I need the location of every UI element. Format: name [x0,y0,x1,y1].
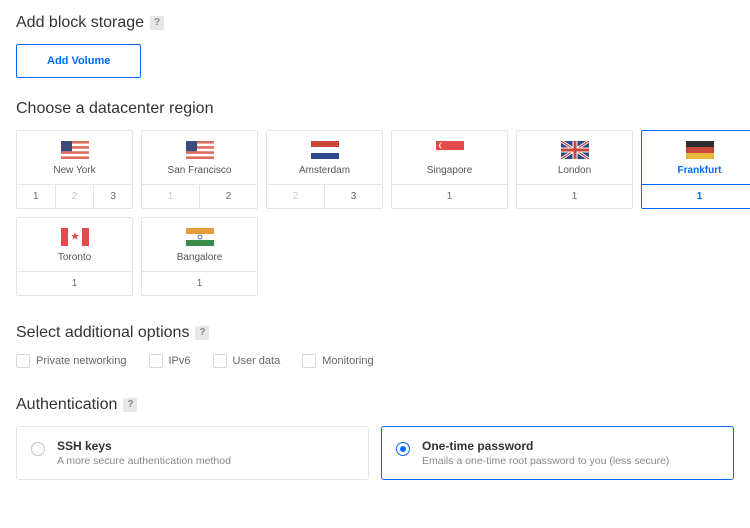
block-storage-heading-text: Add block storage [16,14,144,32]
region-top: Singapore [392,131,507,184]
region-top: Amsterdam [267,131,382,184]
region-number[interactable]: 2 [200,185,257,208]
flag-usa-icon [61,141,89,159]
region-number[interactable]: 1 [642,185,750,208]
auth-title: SSH keys [57,439,231,453]
region-card-frankfurt[interactable]: Frankfurt 1 [641,130,750,209]
flag-india-icon [186,228,214,246]
auth-option-ssh-keys[interactable]: SSH keys A more secure authentication me… [16,426,369,480]
region-number[interactable]: 1 [392,185,507,208]
region-top: San Francisco [142,131,257,184]
region-numbers: 2 3 [267,184,382,208]
additional-options-section: Select additional options ? Private netw… [16,324,734,368]
region-grid: New York 1 2 3 San Francisco 1 2 [16,130,734,296]
region-name: Singapore [427,165,473,176]
region-numbers: 1 [17,271,132,295]
checkbox-icon [213,354,227,368]
region-number: 1 [142,185,200,208]
region-number[interactable]: 3 [325,185,382,208]
flag-germany-icon [686,141,714,159]
region-numbers: 1 2 [142,184,257,208]
region-name: San Francisco [168,165,232,176]
option-label: Monitoring [322,355,373,367]
region-number[interactable]: 1 [142,272,257,295]
datacenter-section: Choose a datacenter region New York 1 2 … [16,100,734,296]
region-top: London [517,131,632,184]
radio-icon [396,442,410,456]
auth-option-one-time-password[interactable]: One-time password Emails a one-time root… [381,426,734,480]
help-icon[interactable]: ? [123,398,137,412]
auth-desc: A more secure authentication method [57,455,231,467]
option-private-networking[interactable]: Private networking [16,354,127,368]
authentication-heading: Authentication ? [16,396,734,414]
region-number: 2 [56,185,95,208]
region-card-bangalore[interactable]: Bangalore 1 [141,217,258,296]
region-card-san-francisco[interactable]: San Francisco 1 2 [141,130,258,209]
block-storage-heading: Add block storage ? [16,14,734,32]
region-name: London [558,165,591,176]
options-row: Private networking IPv6 User data Monito… [16,354,734,368]
region-name: Bangalore [177,252,223,263]
region-numbers: 1 [517,184,632,208]
option-label: Private networking [36,355,127,367]
checkbox-icon [149,354,163,368]
region-name: Frankfurt [678,165,722,176]
region-numbers: 1 [392,184,507,208]
checkbox-icon [302,354,316,368]
region-card-amsterdam[interactable]: Amsterdam 2 3 [266,130,383,209]
auth-desc: Emails a one-time root password to you (… [422,455,669,467]
region-top: New York [17,131,132,184]
region-number[interactable]: 1 [17,272,132,295]
region-card-new-york[interactable]: New York 1 2 3 [16,130,133,209]
flag-canada-icon [61,228,89,246]
region-number[interactable]: 3 [94,185,132,208]
additional-options-heading-text: Select additional options [16,324,189,342]
region-number: 2 [267,185,325,208]
checkbox-icon [16,354,30,368]
region-card-singapore[interactable]: Singapore 1 [391,130,508,209]
flag-usa-icon [186,141,214,159]
block-storage-section: Add block storage ? Add Volume [16,14,734,78]
region-numbers: 1 [642,184,750,208]
auth-text: SSH keys A more secure authentication me… [57,439,231,467]
help-icon[interactable]: ? [150,16,164,30]
auth-text: One-time password Emails a one-time root… [422,439,669,467]
radio-icon [31,442,45,456]
region-name: New York [53,165,95,176]
datacenter-heading: Choose a datacenter region [16,100,734,118]
region-top: Frankfurt [642,131,750,184]
region-numbers: 1 2 3 [17,184,132,208]
flag-singapore-icon [436,141,464,159]
option-ipv6[interactable]: IPv6 [149,354,191,368]
authentication-heading-text: Authentication [16,396,117,414]
region-name: Amsterdam [299,165,350,176]
region-name: Toronto [58,252,91,263]
region-card-toronto[interactable]: Toronto 1 [16,217,133,296]
region-top: Toronto [17,218,132,271]
authentication-section: Authentication ? SSH keys A more secure … [16,396,734,480]
region-card-london[interactable]: London 1 [516,130,633,209]
option-label: User data [233,355,281,367]
auth-grid: SSH keys A more secure authentication me… [16,426,734,480]
option-user-data[interactable]: User data [213,354,281,368]
option-monitoring[interactable]: Monitoring [302,354,373,368]
region-number[interactable]: 1 [17,185,56,208]
additional-options-heading: Select additional options ? [16,324,734,342]
option-label: IPv6 [169,355,191,367]
add-volume-button[interactable]: Add Volume [16,44,141,78]
region-numbers: 1 [142,271,257,295]
help-icon[interactable]: ? [195,326,209,340]
region-number[interactable]: 1 [517,185,632,208]
region-top: Bangalore [142,218,257,271]
auth-title: One-time password [422,439,669,453]
datacenter-heading-text: Choose a datacenter region [16,100,213,118]
flag-netherlands-icon [311,141,339,159]
flag-uk-icon [561,141,589,159]
